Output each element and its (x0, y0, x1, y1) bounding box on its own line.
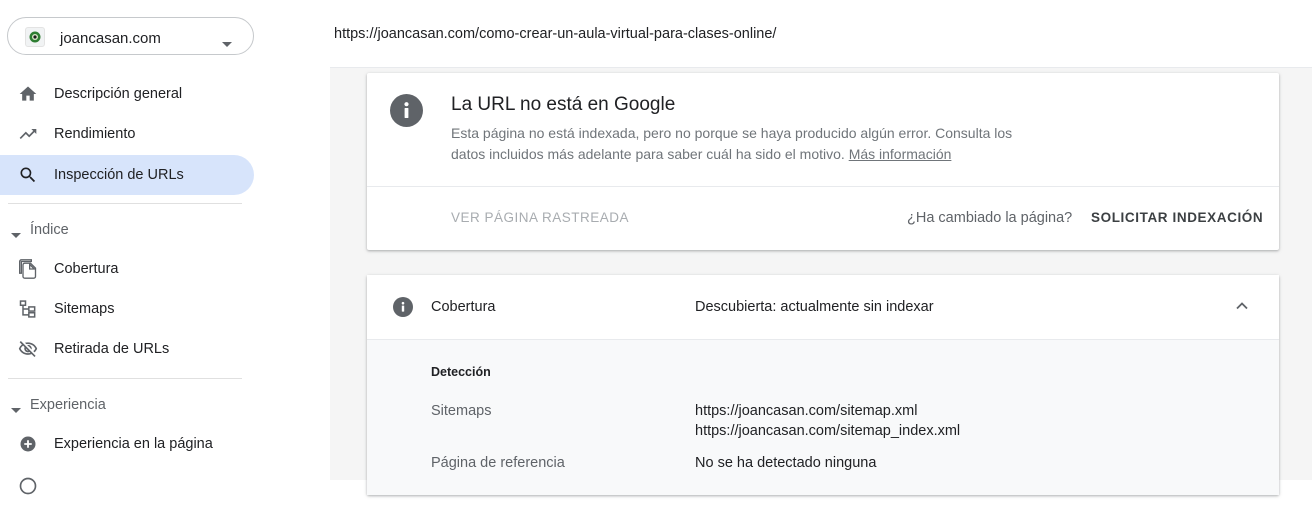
sidebar-item-sitemaps[interactable]: Sitemaps (0, 289, 254, 329)
trending-up-icon (18, 124, 38, 144)
sidebar-item-label: Sitemaps (54, 301, 115, 317)
speed-icon (18, 476, 38, 496)
referring-page-label: Página de referencia (431, 455, 565, 471)
sitemaps-values: https://joancasan.com/sitemap.xml https:… (695, 401, 960, 441)
sidebar-item-overview[interactable]: Descripción general (0, 74, 254, 114)
section-experience-toggle[interactable]: Experiencia (0, 390, 254, 420)
card-divider (367, 186, 1279, 187)
coverage-details: Detección Sitemaps https://joancasan.com… (367, 340, 1279, 495)
sidebar-item-page-experience[interactable]: Experiencia en la página (0, 424, 254, 464)
coverage-status: Descubierta: actualmente sin indexar (695, 299, 934, 315)
sidebar-item-label: Descripción general (54, 86, 183, 102)
sidebar-item-url-inspection[interactable]: Inspección de URLs (0, 155, 254, 195)
sidebar-item-label: Cobertura (54, 261, 119, 277)
property-name: joancasan.com (60, 30, 161, 47)
section-index-toggle[interactable]: Índice (0, 215, 254, 245)
file-copy-icon (18, 259, 38, 279)
index-status-description: Esta página no está indexada, pero no po… (451, 123, 1041, 164)
request-indexing-button[interactable]: SOLICITAR INDEXACIÓN (1091, 210, 1263, 225)
sitemaps-label: Sitemaps (431, 403, 492, 419)
home-icon (18, 84, 38, 104)
sidebar-item-label: Experiencia en la página (54, 436, 213, 452)
site-favicon (25, 27, 45, 47)
search-icon (18, 165, 38, 185)
detection-heading: Detección (431, 365, 491, 379)
referring-page-value: No se ha detectado ninguna (695, 455, 877, 471)
inspected-url[interactable]: https://joancasan.com/como-crear-un-aula… (334, 26, 776, 42)
page-changed-question: ¿Ha cambiado la página? (907, 210, 1073, 226)
sitemap-icon (18, 299, 38, 319)
section-label: Índice (30, 222, 69, 238)
sidebar-divider (8, 203, 242, 204)
sitemap-url: https://joancasan.com/sitemap.xml (695, 403, 918, 419)
caret-down-icon (11, 401, 21, 419)
add-circle-icon (18, 434, 38, 454)
sidebar-divider (8, 378, 242, 379)
property-selector[interactable]: joancasan.com (7, 17, 254, 55)
coverage-header[interactable]: Cobertura Descubierta: actualmente sin i… (367, 275, 1279, 340)
coverage-label: Cobertura (431, 299, 496, 315)
sidebar-item-label: Inspección de URLs (54, 167, 184, 183)
more-info-link[interactable]: Más información (849, 146, 952, 162)
visibility-off-icon (18, 339, 38, 359)
index-status-card: La URL no está en Google Esta página no … (367, 73, 1279, 250)
inspection-topbar: https://joancasan.com/como-crear-un-aula… (330, 0, 1312, 68)
view-crawled-page-button[interactable]: VER PÁGINA RASTREADA (451, 210, 629, 225)
sidebar-item-coverage[interactable]: Cobertura (0, 249, 254, 289)
info-icon (390, 94, 423, 127)
caret-down-icon (11, 226, 21, 244)
sidebar-item-label: Rendimiento (54, 126, 136, 142)
info-icon (393, 297, 413, 317)
sitemap-url: https://joancasan.com/sitemap_index.xml (695, 423, 961, 439)
sidebar-item-performance[interactable]: Rendimiento (0, 114, 254, 154)
coverage-card: Cobertura Descubierta: actualmente sin i… (367, 275, 1279, 495)
sidebar-item-removals[interactable]: Retirada de URLs (0, 329, 254, 369)
main-content: https://joancasan.com/como-crear-un-aula… (330, 0, 1312, 495)
arrow-drop-down-icon (222, 34, 232, 52)
sidebar-item-label: Retirada de URLs (54, 341, 170, 357)
chevron-up-icon[interactable] (1235, 299, 1249, 318)
sidebar-item-partial[interactable] (0, 466, 254, 506)
section-label: Experiencia (30, 397, 106, 413)
index-status-title: La URL no está en Google (451, 94, 676, 115)
sidebar: joancasan.com Descripción general Rendim… (0, 0, 262, 495)
